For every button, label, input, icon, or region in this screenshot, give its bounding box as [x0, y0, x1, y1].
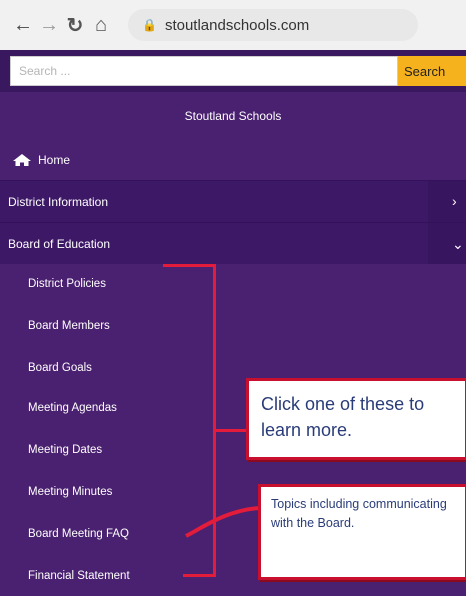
annotation-curve-arrow: [185, 506, 261, 538]
subnav-board-goals[interactable]: Board Goals: [28, 358, 92, 378]
back-arrow-icon[interactable]: ←: [10, 14, 36, 37]
chevron-down-icon[interactable]: ⌄: [452, 236, 464, 253]
subnav-district-policies[interactable]: District Policies: [28, 274, 106, 294]
subnav-label: Board Goals: [28, 362, 92, 374]
nav-item-label: District Information: [8, 194, 109, 209]
callout-text: Topics including communicating with the …: [271, 497, 447, 530]
callout-text: Click one of these to learn more.: [261, 394, 425, 440]
subnav-meeting-minutes[interactable]: Meeting Minutes: [28, 482, 112, 502]
nav-item-home-label: Home: [38, 153, 71, 167]
subnav-financial-statement[interactable]: Financial Statement: [28, 566, 130, 586]
subnav-label: Meeting Agendas: [28, 402, 117, 414]
annotation-pointer-line: [214, 429, 248, 432]
subnav-label: Meeting Minutes: [28, 486, 113, 498]
nav-item-home[interactable]: Home: [0, 140, 466, 180]
forward-arrow-icon[interactable]: →: [36, 14, 62, 37]
subnav-label: Meeting Dates: [28, 444, 103, 456]
lock-icon: 🔒: [142, 18, 157, 32]
callout-click-instruction: Click one of these to learn more.: [246, 378, 466, 460]
address-bar[interactable]: 🔒 stoutlandschools.com: [128, 9, 418, 41]
url-text: stoutlandschools.com: [164, 16, 310, 34]
subnav-label: District Policies: [28, 278, 106, 290]
annotation-bracket-bottom: [183, 574, 216, 577]
annotation-bracket-top: [163, 264, 215, 267]
submenu-toggle[interactable]: [428, 181, 466, 222]
chevron-right-icon[interactable]: ›: [452, 193, 457, 209]
nav-item-district-information[interactable]: District Information ›: [0, 180, 466, 222]
search-input[interactable]: [10, 56, 398, 86]
subnav-meeting-dates[interactable]: Meeting Dates: [28, 440, 102, 460]
nav-item-label: Board of Education: [8, 236, 111, 251]
nav-item-board-of-education[interactable]: Board of Education ⌄: [0, 222, 466, 264]
subnav-board-meeting-faq[interactable]: Board Meeting FAQ: [28, 524, 129, 544]
subnav-label: Board Meeting FAQ: [28, 528, 129, 540]
search-bar: Search: [0, 50, 466, 92]
subnav-label: Financial Statement: [28, 570, 130, 582]
search-button[interactable]: Search: [398, 56, 466, 86]
browser-toolbar: ← → ↻ ⌂ 🔒 stoutlandschools.com: [0, 0, 466, 50]
subnav-meeting-agendas[interactable]: Meeting Agendas: [28, 398, 117, 418]
home-icon[interactable]: ⌂: [88, 14, 114, 37]
home-icon: [13, 154, 31, 166]
site-title[interactable]: Stoutland Schools: [185, 109, 282, 123]
reload-icon[interactable]: ↻: [62, 13, 88, 38]
subnav-label: Board Members: [28, 320, 110, 332]
subnav-board-members[interactable]: Board Members: [28, 316, 110, 336]
callout-faq-note: Topics including communicating with the …: [258, 484, 466, 580]
site-header: Stoutland Schools: [0, 92, 466, 140]
